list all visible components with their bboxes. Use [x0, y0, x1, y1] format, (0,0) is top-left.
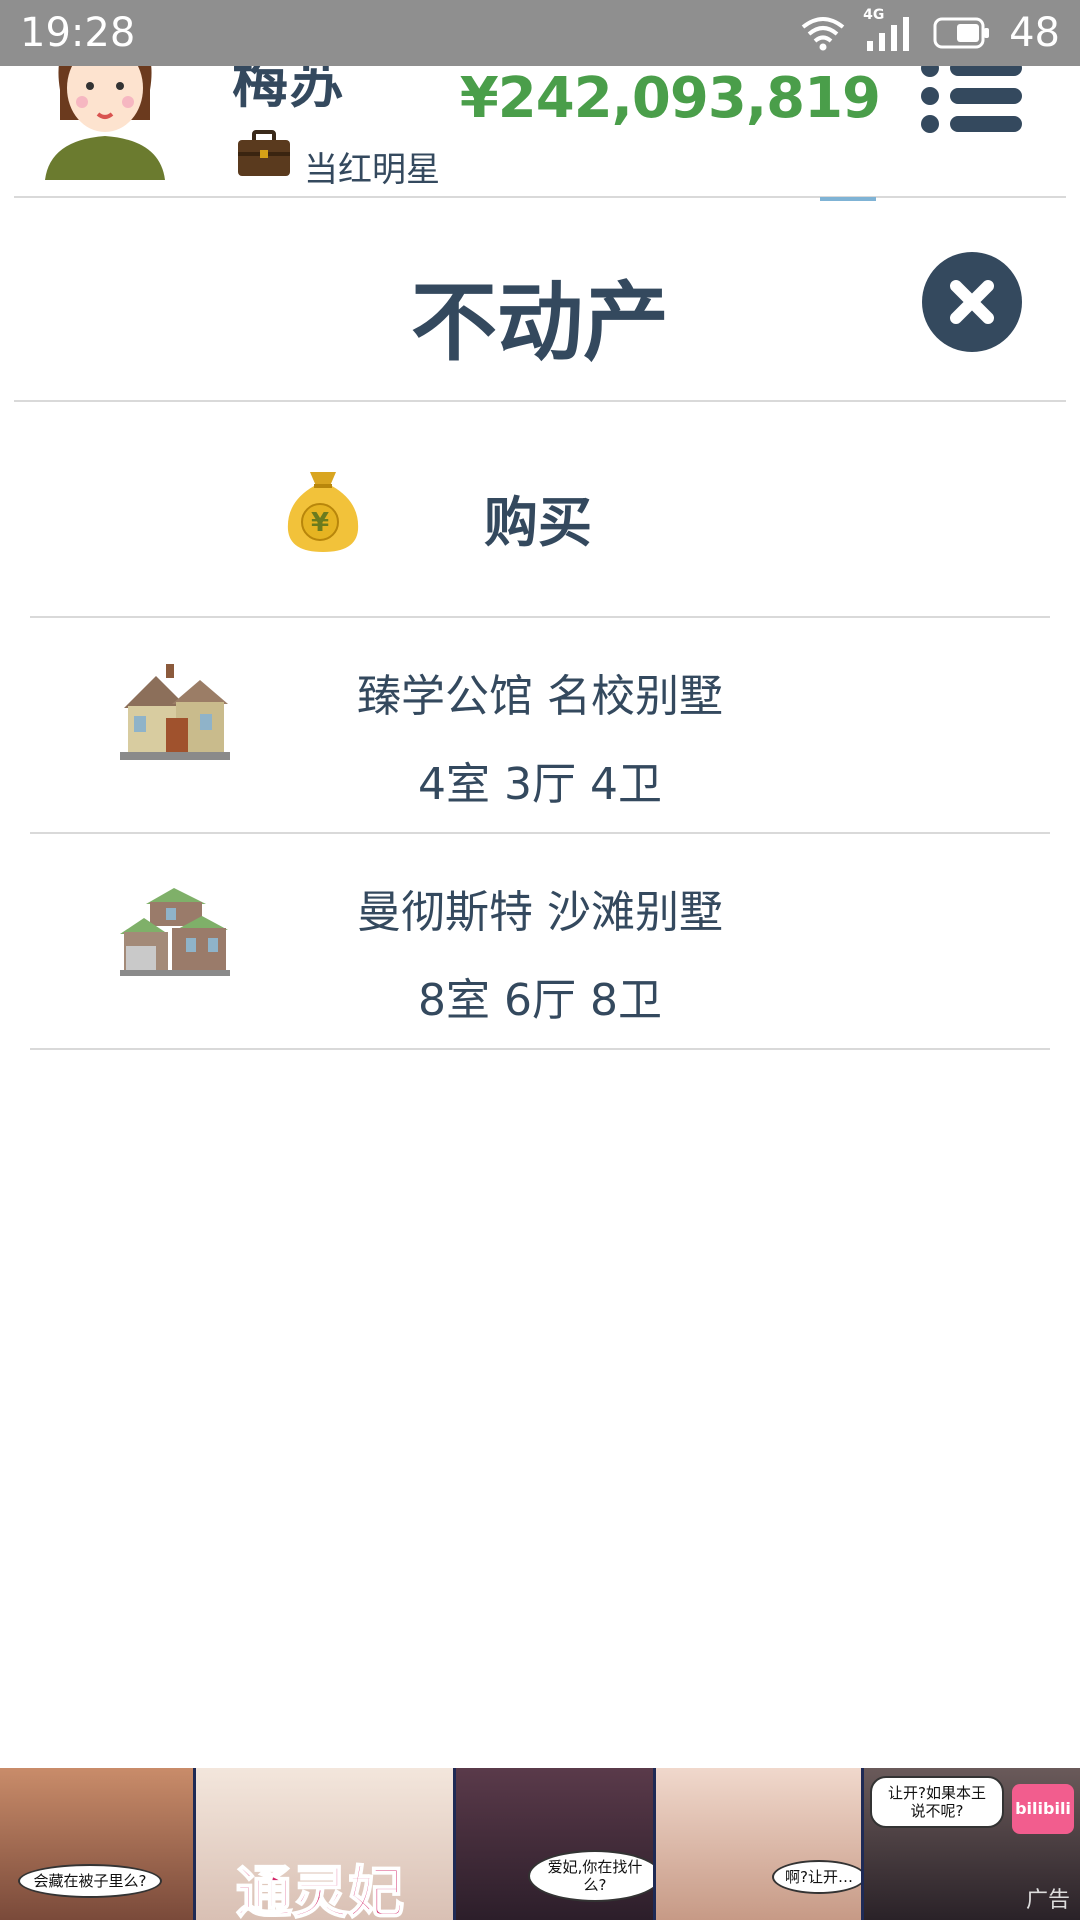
property-item[interactable]: 臻学公馆 名校别墅 4室 3厅 4卫 [30, 620, 1050, 834]
header-accent [820, 197, 876, 201]
player-role: 当红明星 [304, 150, 440, 190]
status-icons: 4G 48 [801, 7, 1060, 56]
status-bar: 19:28 4G 48 [0, 0, 1080, 66]
close-button[interactable] [922, 252, 1022, 352]
ad-tag: 广告 [1025, 1888, 1070, 1913]
signal-icon: 4G [863, 7, 915, 53]
briefcase-icon [236, 130, 292, 178]
ad-panel: 爱妃,你在找什么? [456, 1768, 656, 1920]
ad-panel: 让开?如果本王说不呢? bilibili 广告 [864, 1768, 1080, 1920]
ad-banner[interactable]: 会藏在被子里么? 通灵妃 爱妃,你在找什么? 啊?让开… 让开?如果本王说不呢?… [0, 1768, 1080, 1920]
property-item[interactable]: 曼彻斯特 沙滩别墅 8室 6厅 8卫 [30, 836, 1050, 1050]
property-divider [30, 832, 1050, 834]
buy-divider [30, 616, 1050, 618]
status-time: 19:28 [20, 10, 136, 56]
battery-icon [933, 17, 990, 49]
property-rooms: 8室 6厅 8卫 [418, 975, 662, 1026]
ad-panel: 啊?让开… [656, 1768, 864, 1920]
page-title: 不动产 [411, 273, 669, 373]
battery-level: 48 [1009, 10, 1060, 56]
bilibili-logo: bilibili [1012, 1784, 1074, 1834]
money-balance: ¥242,093,819 [459, 66, 881, 131]
title-divider [14, 400, 1066, 402]
property-name: 臻学公馆 名校别墅 [357, 671, 723, 722]
svg-text:¥: ¥ [311, 508, 329, 538]
ad-speech-bubble: 啊?让开… [772, 1860, 861, 1894]
ad-panel: 通灵妃 [196, 1768, 456, 1920]
money-bag-icon: ¥ [284, 466, 362, 554]
ad-panel: 会藏在被子里么? [0, 1768, 196, 1920]
header-divider [14, 196, 1066, 198]
property-name: 曼彻斯特 沙滩别墅 [357, 887, 723, 938]
wifi-icon [801, 17, 845, 51]
ad-speech-bubble: 会藏在被子里么? [18, 1864, 162, 1898]
menu-button[interactable] [918, 56, 1024, 136]
ad-speech-bubble: 爱妃,你在找什么? [528, 1850, 653, 1902]
list-bottom-divider [30, 1048, 1050, 1050]
buy-button[interactable]: ¥ 购买 [0, 430, 1080, 620]
ad-comic-title: 通灵妃 [235, 1859, 405, 1920]
buy-label: 购买 [484, 491, 592, 554]
close-icon [950, 280, 994, 324]
ad-speech-bubble: 让开?如果本王说不呢? [870, 1776, 1004, 1828]
property-rooms: 4室 3厅 4卫 [418, 759, 662, 810]
list-menu-icon [921, 59, 1022, 133]
